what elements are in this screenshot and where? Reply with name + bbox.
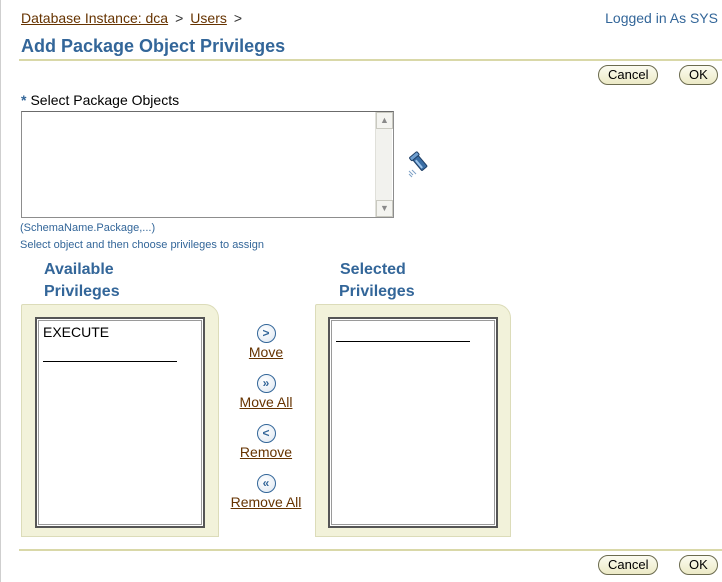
textarea-scrollbar[interactable]: ▲ ▼ <box>375 112 393 217</box>
available-privileges-list[interactable]: EXECUTE <box>35 317 205 528</box>
flashlight-icon[interactable] <box>406 150 436 180</box>
breadcrumb-separator: > <box>175 10 184 26</box>
title-divider <box>19 59 722 61</box>
selected-heading-line1: Selected <box>340 261 406 278</box>
select-package-objects-label: * Select Package Objects <box>21 92 179 108</box>
scroll-up-arrow-icon[interactable]: ▲ <box>376 112 393 129</box>
move-arrow-icon[interactable]: > <box>256 324 276 343</box>
cancel-button-top[interactable]: Cancel <box>598 65 659 85</box>
remove-all-label[interactable]: Remove All <box>223 494 309 510</box>
list-width-spacer <box>336 341 470 342</box>
page-title: Add Package Object Privileges <box>21 36 286 56</box>
ok-button-bottom[interactable]: OK <box>679 555 718 575</box>
breadcrumb-link-database-instance[interactable]: Database Instance: dca <box>21 10 168 26</box>
login-status: Logged in As SYS <box>605 10 718 26</box>
remove-label[interactable]: Remove <box>223 444 309 460</box>
move-label[interactable]: Move <box>223 344 309 360</box>
scroll-down-arrow-icon[interactable]: ▼ <box>376 200 393 217</box>
available-privileges-heading: Available Privileges <box>44 259 120 303</box>
move-button[interactable]: > Move <box>223 324 309 360</box>
instruction-hint: Select object and then choose privileges… <box>20 239 264 251</box>
remove-arrow-icon[interactable]: < <box>256 424 276 443</box>
list-width-spacer <box>43 361 177 362</box>
available-heading-line2: Privileges <box>44 283 120 300</box>
cancel-button-bottom[interactable]: Cancel <box>598 555 659 575</box>
bottom-divider <box>19 549 722 551</box>
selected-privileges-list[interactable] <box>328 317 498 528</box>
selected-heading-line2: Privileges <box>339 283 415 300</box>
ok-button-top[interactable]: OK <box>679 65 718 85</box>
move-all-button[interactable]: » Move All <box>223 374 309 410</box>
breadcrumb-link-users[interactable]: Users <box>190 10 227 26</box>
move-all-label[interactable]: Move All <box>223 394 309 410</box>
remove-all-arrow-icon[interactable]: « <box>256 474 276 493</box>
remove-button[interactable]: < Remove <box>223 424 309 460</box>
remove-all-button[interactable]: « Remove All <box>223 474 309 510</box>
list-item-execute[interactable]: EXECUTE <box>43 324 109 340</box>
required-marker: * <box>21 92 27 108</box>
package-objects-textarea[interactable] <box>21 111 394 218</box>
breadcrumb-separator: > <box>233 10 243 26</box>
breadcrumb: Database Instance: dca > Users > <box>21 10 249 26</box>
move-all-arrow-icon[interactable]: » <box>256 374 276 393</box>
page: Database Instance: dca > Users > Logged in … <box>0 0 722 582</box>
selected-privileges-heading: Selected Privileges <box>339 259 415 303</box>
available-heading-line1: Available <box>44 261 114 278</box>
format-hint: (SchemaName.Package,...) <box>20 222 156 234</box>
select-package-objects-label-text: Select Package Objects <box>30 92 180 108</box>
